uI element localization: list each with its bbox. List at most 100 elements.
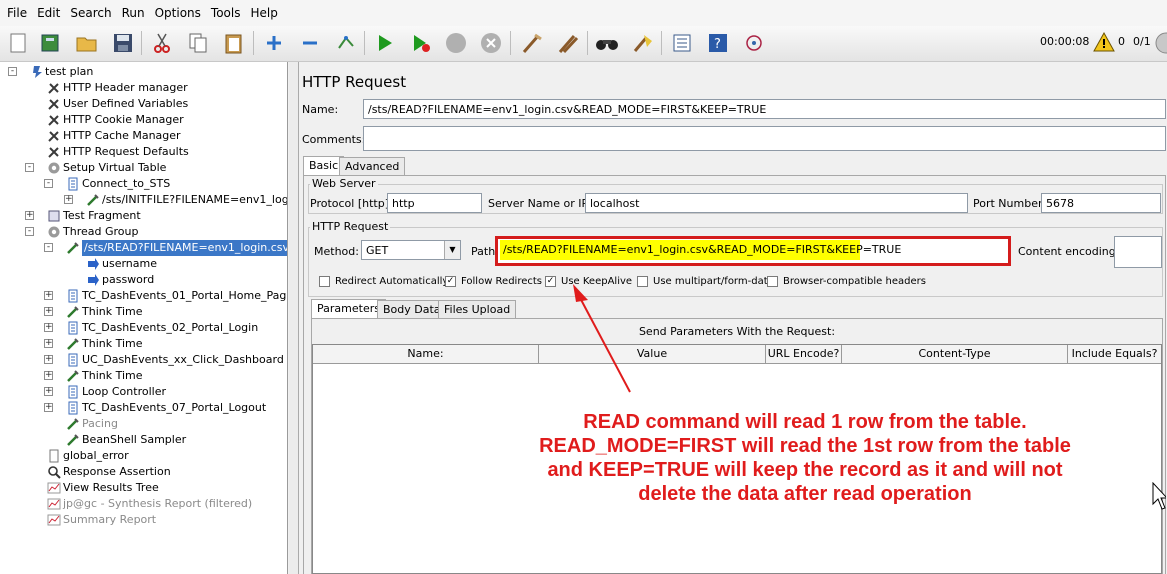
- name-field[interactable]: /sts/READ?FILENAME=env1_login.csv&READ_M…: [363, 99, 1166, 119]
- tree-item[interactable]: - test plan: [0, 64, 287, 80]
- tree-item[interactable]: password: [0, 272, 287, 288]
- follow-redirects-checkbox[interactable]: ✓ Follow Redirects: [445, 275, 542, 289]
- tree-item[interactable]: + Loop Controller: [0, 384, 287, 400]
- reset-search-icon[interactable]: [630, 30, 656, 56]
- tree-item[interactable]: + TC_DashEvents_02_Portal_Login: [0, 320, 287, 336]
- menu-bar: File Edit Search Run Options Tools Help: [0, 0, 1167, 26]
- collapse-toggle-icon[interactable]: -: [44, 243, 53, 252]
- tree-item[interactable]: - Setup Virtual Table: [0, 160, 287, 176]
- menu-options[interactable]: Options: [150, 0, 206, 26]
- tree-item-label: UC_DashEvents_xx_Click_Dashboard: [82, 353, 284, 366]
- tab-body-data[interactable]: Body Data: [377, 300, 447, 319]
- tree-item[interactable]: - /sts/READ?FILENAME=env1_login.csv&RE: [0, 240, 287, 256]
- tree-item[interactable]: + TC_DashEvents_01_Portal_Home_Page: [0, 288, 287, 304]
- tree-item[interactable]: + Think Time: [0, 304, 287, 320]
- collapse-all-icon[interactable]: [297, 30, 323, 56]
- tree-item[interactable]: + Test Fragment: [0, 208, 287, 224]
- tree-item[interactable]: HTTP Cookie Manager: [0, 112, 287, 128]
- tree-item[interactable]: + UC_DashEvents_xx_Click_Dashboard: [0, 352, 287, 368]
- tree-item[interactable]: jp@gc - Synthesis Report (filtered): [0, 496, 287, 512]
- new-icon[interactable]: [5, 30, 31, 56]
- menu-tools[interactable]: Tools: [206, 0, 246, 26]
- collapse-toggle-icon[interactable]: -: [25, 163, 34, 172]
- tab-files-upload[interactable]: Files Upload: [438, 300, 517, 319]
- column-header-content-type[interactable]: Content-Type: [842, 345, 1068, 364]
- menu-edit[interactable]: Edit: [32, 0, 65, 26]
- expand-toggle-icon[interactable]: +: [44, 371, 53, 380]
- tree-item[interactable]: HTTP Cache Manager: [0, 128, 287, 144]
- column-header-include-equals[interactable]: Include Equals?: [1068, 345, 1161, 364]
- path-field[interactable]: /sts/READ?FILENAME=env1_login.csv&READ_M…: [500, 240, 901, 260]
- expand-all-icon[interactable]: [261, 30, 287, 56]
- tree-item[interactable]: - Connect_to_STS: [0, 176, 287, 192]
- copy-icon[interactable]: [185, 30, 211, 56]
- expand-toggle-icon[interactable]: +: [44, 339, 53, 348]
- redirect-automatically-checkbox[interactable]: Redirect Automatically: [319, 275, 448, 289]
- tree-item[interactable]: + /sts/INITFILE?FILENAME=env1_login.: [0, 192, 287, 208]
- server-field[interactable]: localhost: [585, 193, 968, 213]
- browser-compatible-checkbox[interactable]: Browser-compatible headers: [767, 275, 926, 289]
- cut-icon[interactable]: [149, 30, 175, 56]
- protocol-field[interactable]: http: [387, 193, 482, 213]
- collapse-toggle-icon[interactable]: -: [25, 227, 34, 236]
- tree-item[interactable]: Response Assertion: [0, 464, 287, 480]
- menu-search[interactable]: Search: [65, 0, 116, 26]
- port-field[interactable]: 5678: [1041, 193, 1161, 213]
- tree-item[interactable]: + Think Time: [0, 368, 287, 384]
- open-icon[interactable]: [74, 30, 100, 56]
- start-no-pauses-icon[interactable]: [408, 30, 434, 56]
- tree-item[interactable]: global_error: [0, 448, 287, 464]
- menu-run[interactable]: Run: [117, 0, 150, 26]
- menu-file[interactable]: File: [2, 0, 32, 26]
- method-select[interactable]: GET ▼: [361, 240, 461, 260]
- clear-icon[interactable]: [519, 30, 545, 56]
- templates-icon[interactable]: [38, 30, 64, 56]
- menu-help[interactable]: Help: [245, 0, 282, 26]
- comments-field[interactable]: [363, 126, 1166, 151]
- expand-toggle-icon[interactable]: +: [44, 355, 53, 364]
- stop-icon[interactable]: [443, 30, 469, 56]
- tree-item[interactable]: + Think Time: [0, 336, 287, 352]
- remote-icon[interactable]: [741, 30, 767, 56]
- tree-item-label: Thread Group: [63, 225, 139, 238]
- help-icon[interactable]: ?: [705, 30, 731, 56]
- tree-item[interactable]: User Defined Variables: [0, 96, 287, 112]
- expand-toggle-icon[interactable]: +: [44, 403, 53, 412]
- warning-icon[interactable]: [1093, 32, 1115, 52]
- split-pane-divider[interactable]: [289, 62, 298, 574]
- tree-item[interactable]: View Results Tree: [0, 480, 287, 496]
- save-icon[interactable]: [110, 30, 136, 56]
- expand-toggle-icon[interactable]: +: [64, 195, 73, 204]
- toggle-icon[interactable]: [333, 30, 359, 56]
- tab-basic[interactable]: Basic: [303, 156, 345, 176]
- shutdown-icon[interactable]: [478, 30, 504, 56]
- clear-all-icon[interactable]: [555, 30, 581, 56]
- tree-item[interactable]: + TC_DashEvents_07_Portal_Logout: [0, 400, 287, 416]
- collapse-toggle-icon[interactable]: -: [44, 179, 53, 188]
- tree-item[interactable]: - Thread Group: [0, 224, 287, 240]
- tree-item[interactable]: username: [0, 256, 287, 272]
- chevron-down-icon[interactable]: ▼: [444, 241, 460, 259]
- tree-item[interactable]: Summary Report: [0, 512, 287, 528]
- column-header-name[interactable]: Name:: [313, 345, 539, 364]
- function-helper-icon[interactable]: [669, 30, 695, 56]
- content-encoding-field[interactable]: [1114, 236, 1162, 268]
- tree-item[interactable]: HTTP Header manager: [0, 80, 287, 96]
- tree-item[interactable]: HTTP Request Defaults: [0, 144, 287, 160]
- collapse-toggle-icon[interactable]: -: [8, 67, 17, 76]
- expand-toggle-icon[interactable]: +: [44, 307, 53, 316]
- paste-icon[interactable]: [221, 30, 247, 56]
- start-icon[interactable]: [372, 30, 398, 56]
- use-multipart-checkbox[interactable]: Use multipart/form-data: [637, 275, 774, 289]
- expand-toggle-icon[interactable]: +: [44, 291, 53, 300]
- tree-item-label: Test Fragment: [63, 209, 141, 222]
- tab-advanced[interactable]: Advanced: [339, 157, 406, 176]
- tab-parameters[interactable]: Parameters: [311, 299, 386, 319]
- search-icon[interactable]: [594, 30, 620, 56]
- expand-toggle-icon[interactable]: +: [44, 387, 53, 396]
- expand-toggle-icon[interactable]: +: [44, 323, 53, 332]
- tree-item[interactable]: Pacing: [0, 416, 287, 432]
- column-header-url-encode[interactable]: URL Encode?: [766, 345, 842, 364]
- tree-item[interactable]: BeanShell Sampler: [0, 432, 287, 448]
- expand-toggle-icon[interactable]: +: [25, 211, 34, 220]
